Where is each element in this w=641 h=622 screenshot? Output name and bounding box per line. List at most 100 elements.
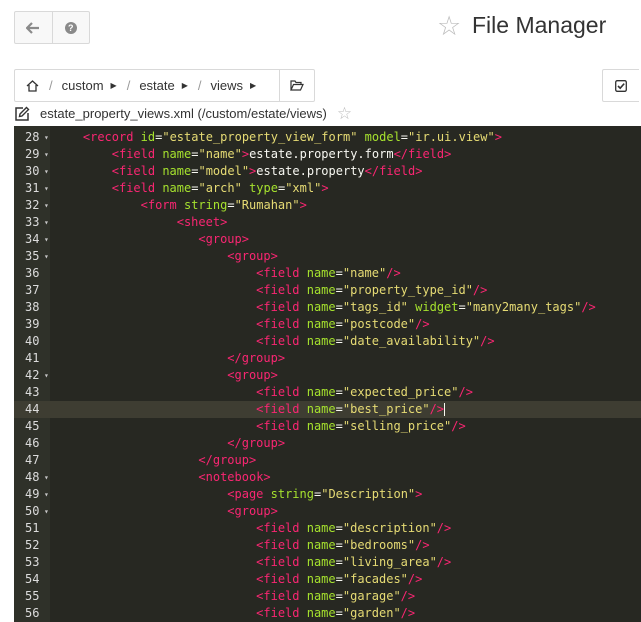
line-code: <page string="Description"> [227, 487, 423, 501]
code-line[interactable]: 36 <field name="name"/> [14, 265, 641, 282]
line-code: <field name="facades"/> [256, 572, 423, 586]
arrow-left-icon [26, 21, 40, 34]
folder-open-button[interactable] [279, 70, 314, 101]
code-line[interactable]: 54 <field name="facades"/> [14, 571, 641, 588]
file-favorite-star-icon[interactable]: ☆ [337, 104, 352, 124]
line-code: <group> [227, 368, 278, 382]
code-line[interactable]: 48 ▾ <notebook> [14, 469, 641, 486]
nav-buttons: ? [14, 11, 90, 44]
fold-caret-icon[interactable]: ▾ [44, 367, 49, 384]
line-number: 48 [25, 470, 40, 484]
select-toggle-button[interactable] [602, 69, 639, 102]
line-code: </group> [198, 453, 257, 467]
code-editor[interactable]: 28 ▾ <record id="estate_property_view_form… [14, 126, 641, 622]
fold-caret-icon[interactable]: ▾ [44, 163, 49, 180]
line-code: <form string="Rumahan"> [140, 198, 307, 212]
favorite-star-icon[interactable]: ☆ [437, 11, 461, 41]
code-line[interactable]: 52 <field name="bedrooms"/> [14, 537, 641, 554]
text-cursor [444, 403, 446, 416]
code-line[interactable]: 41 </group> [14, 350, 641, 367]
fold-caret-icon[interactable]: ▾ [44, 469, 49, 486]
line-number: 45 [25, 419, 40, 433]
line-code: </group> [227, 351, 286, 365]
edit-icon[interactable] [14, 106, 30, 122]
help-button[interactable]: ? [51, 12, 90, 43]
line-number: 47 [25, 453, 40, 467]
line-number: 35 [25, 249, 40, 263]
line-code: <group> [227, 504, 278, 518]
line-number: 53 [25, 555, 40, 569]
code-line[interactable]: 42 ▾ <group> [14, 367, 641, 384]
code-line[interactable]: 30 ▾ <field name="model">estate.property</… [14, 163, 641, 180]
code-line[interactable]: 29 ▾ <field name="name">estate.property.fo… [14, 146, 641, 163]
code-line[interactable]: 46 </group> [14, 435, 641, 452]
line-code: <field name="arch" type="xml"> [111, 181, 329, 195]
code-line[interactable]: 47 </group> [14, 452, 641, 469]
line-code: <field name="date_availability"/> [256, 334, 495, 348]
line-number: 46 [25, 436, 40, 450]
code-line[interactable]: 49 ▾ <page string="Description"> [14, 486, 641, 503]
line-code: <sheet> [176, 215, 228, 229]
fold-caret-icon[interactable]: ▾ [44, 146, 49, 163]
code-line[interactable]: 28 ▾ <record id="estate_property_view_form… [14, 129, 641, 146]
question-circle-icon: ? [64, 21, 77, 34]
line-code: <field name="model">estate.property</fie… [111, 164, 423, 178]
fold-caret-icon[interactable]: ▾ [44, 503, 49, 520]
line-code: <field name="selling_price"/> [256, 419, 466, 433]
line-code: <field name="garage"/> [256, 589, 416, 603]
line-number: 32 [25, 198, 40, 212]
breadcrumb-item-estate[interactable]: / estate ▶ [127, 78, 198, 93]
breadcrumb-home[interactable] [15, 79, 49, 92]
fold-caret-icon[interactable]: ▾ [44, 180, 49, 197]
code-line[interactable]: 53 <field name="living_area"/> [14, 554, 641, 571]
code-line[interactable]: 40 <field name="date_availability"/> [14, 333, 641, 350]
code-line[interactable]: 43 <field name="expected_price"/> [14, 384, 641, 401]
code-line[interactable]: 38 <field name="tags_id" widget="many2man… [14, 299, 641, 316]
back-button[interactable] [15, 12, 52, 43]
line-number: 56 [25, 606, 40, 620]
fold-caret-icon[interactable]: ▾ [44, 486, 49, 503]
breadcrumb-item-views[interactable]: / views ▶ [198, 78, 266, 93]
code-line[interactable]: 37 <field name="property_type_id"/> [14, 282, 641, 299]
code-line[interactable]: 50 ▾ <group> [14, 503, 641, 520]
code-line[interactable]: 39 <field name="postcode"/> [14, 316, 641, 333]
line-code: <field name="best_price"/> [256, 402, 446, 416]
code-line[interactable]: 56 <field name="garden"/> [14, 605, 641, 622]
line-number: 54 [25, 572, 40, 586]
code-line[interactable]: 55 <field name="garage"/> [14, 588, 641, 605]
line-code: <notebook> [198, 470, 271, 484]
line-number: 37 [25, 283, 40, 297]
line-code: <record id="estate_property_view_form" m… [82, 130, 502, 144]
line-number: 40 [25, 334, 40, 348]
line-code: <field name="living_area"/> [256, 555, 452, 569]
code-line[interactable]: 44 <field name="best_price"/> [14, 401, 641, 418]
line-number: 52 [25, 538, 40, 552]
folder-open-icon [290, 80, 304, 91]
code-line[interactable]: 33 ▾ <sheet> [14, 214, 641, 231]
file-name: estate_property_views.xml (/custom/estat… [40, 106, 327, 121]
fold-caret-icon[interactable]: ▾ [44, 197, 49, 214]
line-number: 43 [25, 385, 40, 399]
line-number: 42 [25, 368, 40, 382]
fold-caret-icon[interactable]: ▾ [44, 214, 49, 231]
breadcrumb-item-custom[interactable]: / custom ▶ [49, 78, 127, 93]
fold-caret-icon[interactable]: ▾ [44, 248, 49, 265]
code-line[interactable]: 34 ▾ <group> [14, 231, 641, 248]
line-number: 49 [25, 487, 40, 501]
line-number: 38 [25, 300, 40, 314]
code-line[interactable]: 51 <field name="description"/> [14, 520, 641, 537]
line-code: <field name="tags_id" widget="many2many_… [256, 300, 596, 314]
check-square-icon [615, 79, 627, 92]
fold-caret-icon[interactable]: ▾ [44, 231, 49, 248]
code-line[interactable]: 45 <field name="selling_price"/> [14, 418, 641, 435]
line-code: <field name="expected_price"/> [256, 385, 473, 399]
code-line[interactable]: 35 ▾ <group> [14, 248, 641, 265]
line-code: <field name="description"/> [256, 521, 452, 535]
line-number: 44 [14, 401, 48, 418]
fold-caret-icon[interactable]: ▾ [44, 129, 49, 146]
line-number: 55 [25, 589, 40, 603]
code-line[interactable]: 31 ▾ <field name="arch" type="xml"> [14, 180, 641, 197]
top-bar: ? ☆ File Manager [0, 0, 641, 52]
line-number: 31 [25, 181, 40, 195]
code-line[interactable]: 32 ▾ <form string="Rumahan"> [14, 197, 641, 214]
